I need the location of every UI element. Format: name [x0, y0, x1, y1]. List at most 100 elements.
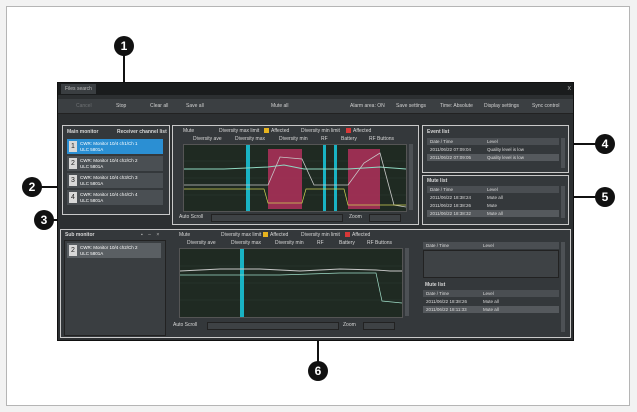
stop-button[interactable]: Stop: [116, 101, 126, 111]
status-low-text: Affected: [352, 232, 371, 238]
zoom-control[interactable]: [363, 322, 395, 330]
channel-name: CWR: Monitor 10/4 ch2/Ch 2: [80, 158, 138, 163]
warning-icon: [263, 232, 268, 238]
sync-control-button[interactable]: Sync control: [532, 101, 560, 111]
event-list-scrollbar[interactable]: [561, 138, 565, 168]
channel-item-1[interactable]: 1 CWR: Monitor 10/4 ch1/Ch 1 ULC 5801A: [67, 139, 163, 154]
channel-name: CWR: Monitor 10/4 ch2/Ch 2: [80, 245, 138, 250]
diversity-min-limit-label: Diversity min limit: [301, 232, 340, 238]
mute-level: Mute all: [483, 299, 499, 304]
graph-canvas: [184, 145, 406, 211]
col-date-header[interactable]: Date / Time: [426, 290, 449, 297]
col-date-header[interactable]: Date / Time: [430, 138, 453, 145]
timeline-scrollbar[interactable]: [207, 322, 339, 330]
close-icon[interactable]: x: [568, 83, 572, 94]
diversity-max-limit-label: Diversity max limit: [219, 128, 260, 134]
sub-signal-graph[interactable]: [179, 248, 403, 318]
legend-item[interactable]: RF Buttons: [369, 136, 394, 142]
legend-item[interactable]: Diversity min: [279, 136, 308, 142]
callout-6: 6: [308, 361, 328, 381]
status-high-indicator: Affected: [261, 232, 288, 238]
mute-level: Mute all: [483, 307, 499, 312]
signal-graph[interactable]: [183, 144, 407, 212]
sub-monitor-title: Sub monitor: [65, 232, 95, 238]
callout-1: 1: [114, 36, 134, 56]
warning-icon: [264, 128, 269, 134]
legend-item[interactable]: Battery: [341, 136, 357, 142]
legend-item[interactable]: RF: [317, 240, 324, 246]
mute-row[interactable]: 2011/06/22 18:38:32 Mute all: [427, 210, 559, 217]
col-level-header[interactable]: Level: [487, 138, 498, 145]
col-date-header[interactable]: Date / Time: [430, 186, 453, 193]
window-tab[interactable]: Files search: [61, 84, 96, 94]
mute-list-scrollbar[interactable]: [561, 186, 565, 218]
event-date: 2011/06/22 07:09:04: [430, 147, 471, 152]
sub-lists-scrollbar[interactable]: [561, 242, 565, 332]
sub-channel-item-2[interactable]: 2 CWR: Monitor 10/4 ch2/Ch 2 ULC 5801A: [67, 243, 161, 258]
col-level-header[interactable]: Level: [487, 186, 498, 193]
channel-model: ULC 5801A: [80, 181, 104, 186]
callout-4: 4: [595, 134, 615, 154]
zoom-control[interactable]: [369, 214, 401, 222]
auto-scroll-checkbox[interactable]: Auto Scroll: [179, 214, 203, 220]
graph-vertical-scrollbar[interactable]: [409, 144, 413, 210]
cancel-button[interactable]: Cancel: [76, 101, 92, 111]
legend-item[interactable]: Diversity max: [231, 240, 261, 246]
display-settings-button[interactable]: Display settings: [484, 101, 519, 111]
col-date-header[interactable]: Date / Time: [426, 242, 449, 249]
legend-item[interactable]: Diversity max: [235, 136, 265, 142]
diversity-min-limit-label: Diversity min limit: [301, 128, 340, 134]
channel-item-3[interactable]: 3 CWR: Monitor 10/4 ch3/Ch 3 ULC 5801A: [67, 173, 163, 188]
diversity-max-limit-label: Diversity max limit: [221, 232, 262, 238]
save-settings-button[interactable]: Save settings: [396, 101, 426, 111]
mute-row[interactable]: 2011/06/22 18:38:26 Mute: [427, 202, 559, 209]
mute-all-button[interactable]: Mute all: [271, 101, 289, 111]
legend-item[interactable]: RF: [321, 136, 328, 142]
mute-list-title: Mute list: [427, 178, 448, 184]
mute-level: Mute: [487, 203, 498, 208]
mute-marker: [323, 145, 326, 211]
time-mode-button[interactable]: Time: Absolute: [440, 101, 473, 111]
zoom-label: Zoom: [343, 322, 356, 328]
legend-item[interactable]: Battery: [339, 240, 355, 246]
toolbar: Cancel Stop Clear all Save all Mute all …: [58, 99, 573, 114]
mute-row[interactable]: 2011/06/22 18:38:26 Mute all: [423, 298, 559, 305]
pin-icon[interactable]: ▪: [141, 232, 143, 238]
mute-row[interactable]: 2011/06/22 18:38:24 Mute all: [427, 194, 559, 201]
alarm-area-button[interactable]: Alarm area: ON: [350, 101, 385, 111]
event-list-panel: Event list Date / Time Level 2011/06/22 …: [422, 125, 569, 173]
sub-channel-list: 2 CWR: Monitor 10/4 ch2/Ch 2 ULC 5801A: [64, 240, 166, 336]
col-level-header[interactable]: Level: [483, 242, 494, 249]
sub-monitor-controls[interactable]: ▪ – ×: [141, 232, 159, 238]
sub-mute-list-header: Date / Time Level: [423, 290, 559, 297]
diversity-ave-line: [180, 268, 402, 272]
channel-number: 3: [69, 175, 77, 186]
save-all-button[interactable]: Save all: [186, 101, 204, 111]
mute-level: Mute all: [487, 195, 503, 200]
channel-item-2[interactable]: 2 CWR: Monitor 10/4 ch2/Ch 2 ULC 5801A: [67, 156, 163, 171]
timeline-scrollbar[interactable]: [211, 214, 343, 222]
legend-item[interactable]: Diversity ave: [187, 240, 216, 246]
event-row[interactable]: 2011/06/22 07:09:05 Quality level is low: [427, 154, 559, 161]
channel-model: ULC 5801A: [80, 198, 104, 203]
col-level-header[interactable]: Level: [483, 290, 494, 297]
close-icon[interactable]: ×: [156, 232, 159, 238]
event-row[interactable]: 2011/06/22 07:09:04 Quality level is low: [427, 146, 559, 153]
clear-all-button[interactable]: Clear all: [150, 101, 168, 111]
auto-scroll-checkbox[interactable]: Auto Scroll: [173, 322, 197, 328]
zoom-label: Zoom: [349, 214, 362, 220]
legend-item[interactable]: Diversity min: [275, 240, 304, 246]
callout-2: 2: [22, 177, 42, 197]
channel-item-4[interactable]: 4 CWR: Monitor 10/4 ch4/Ch 4 ULC 5801A: [67, 190, 163, 205]
mute-row[interactable]: 2011/06/22 18:11:33 Mute all: [423, 306, 559, 313]
mute-marker: [240, 249, 244, 317]
channel-model: ULC 5801A: [80, 164, 104, 169]
mute-toggle[interactable]: Mute: [179, 232, 190, 238]
mute-toggle[interactable]: Mute: [183, 128, 194, 134]
sub-graph-vertical-scrollbar[interactable]: [405, 248, 409, 316]
minimize-icon[interactable]: –: [148, 232, 151, 238]
callout-3: 3: [34, 210, 54, 230]
mute-date: 2011/06/22 18:38:32: [430, 211, 471, 216]
legend-item[interactable]: RF Buttons: [367, 240, 392, 246]
legend-item[interactable]: Diversity ave: [193, 136, 222, 142]
